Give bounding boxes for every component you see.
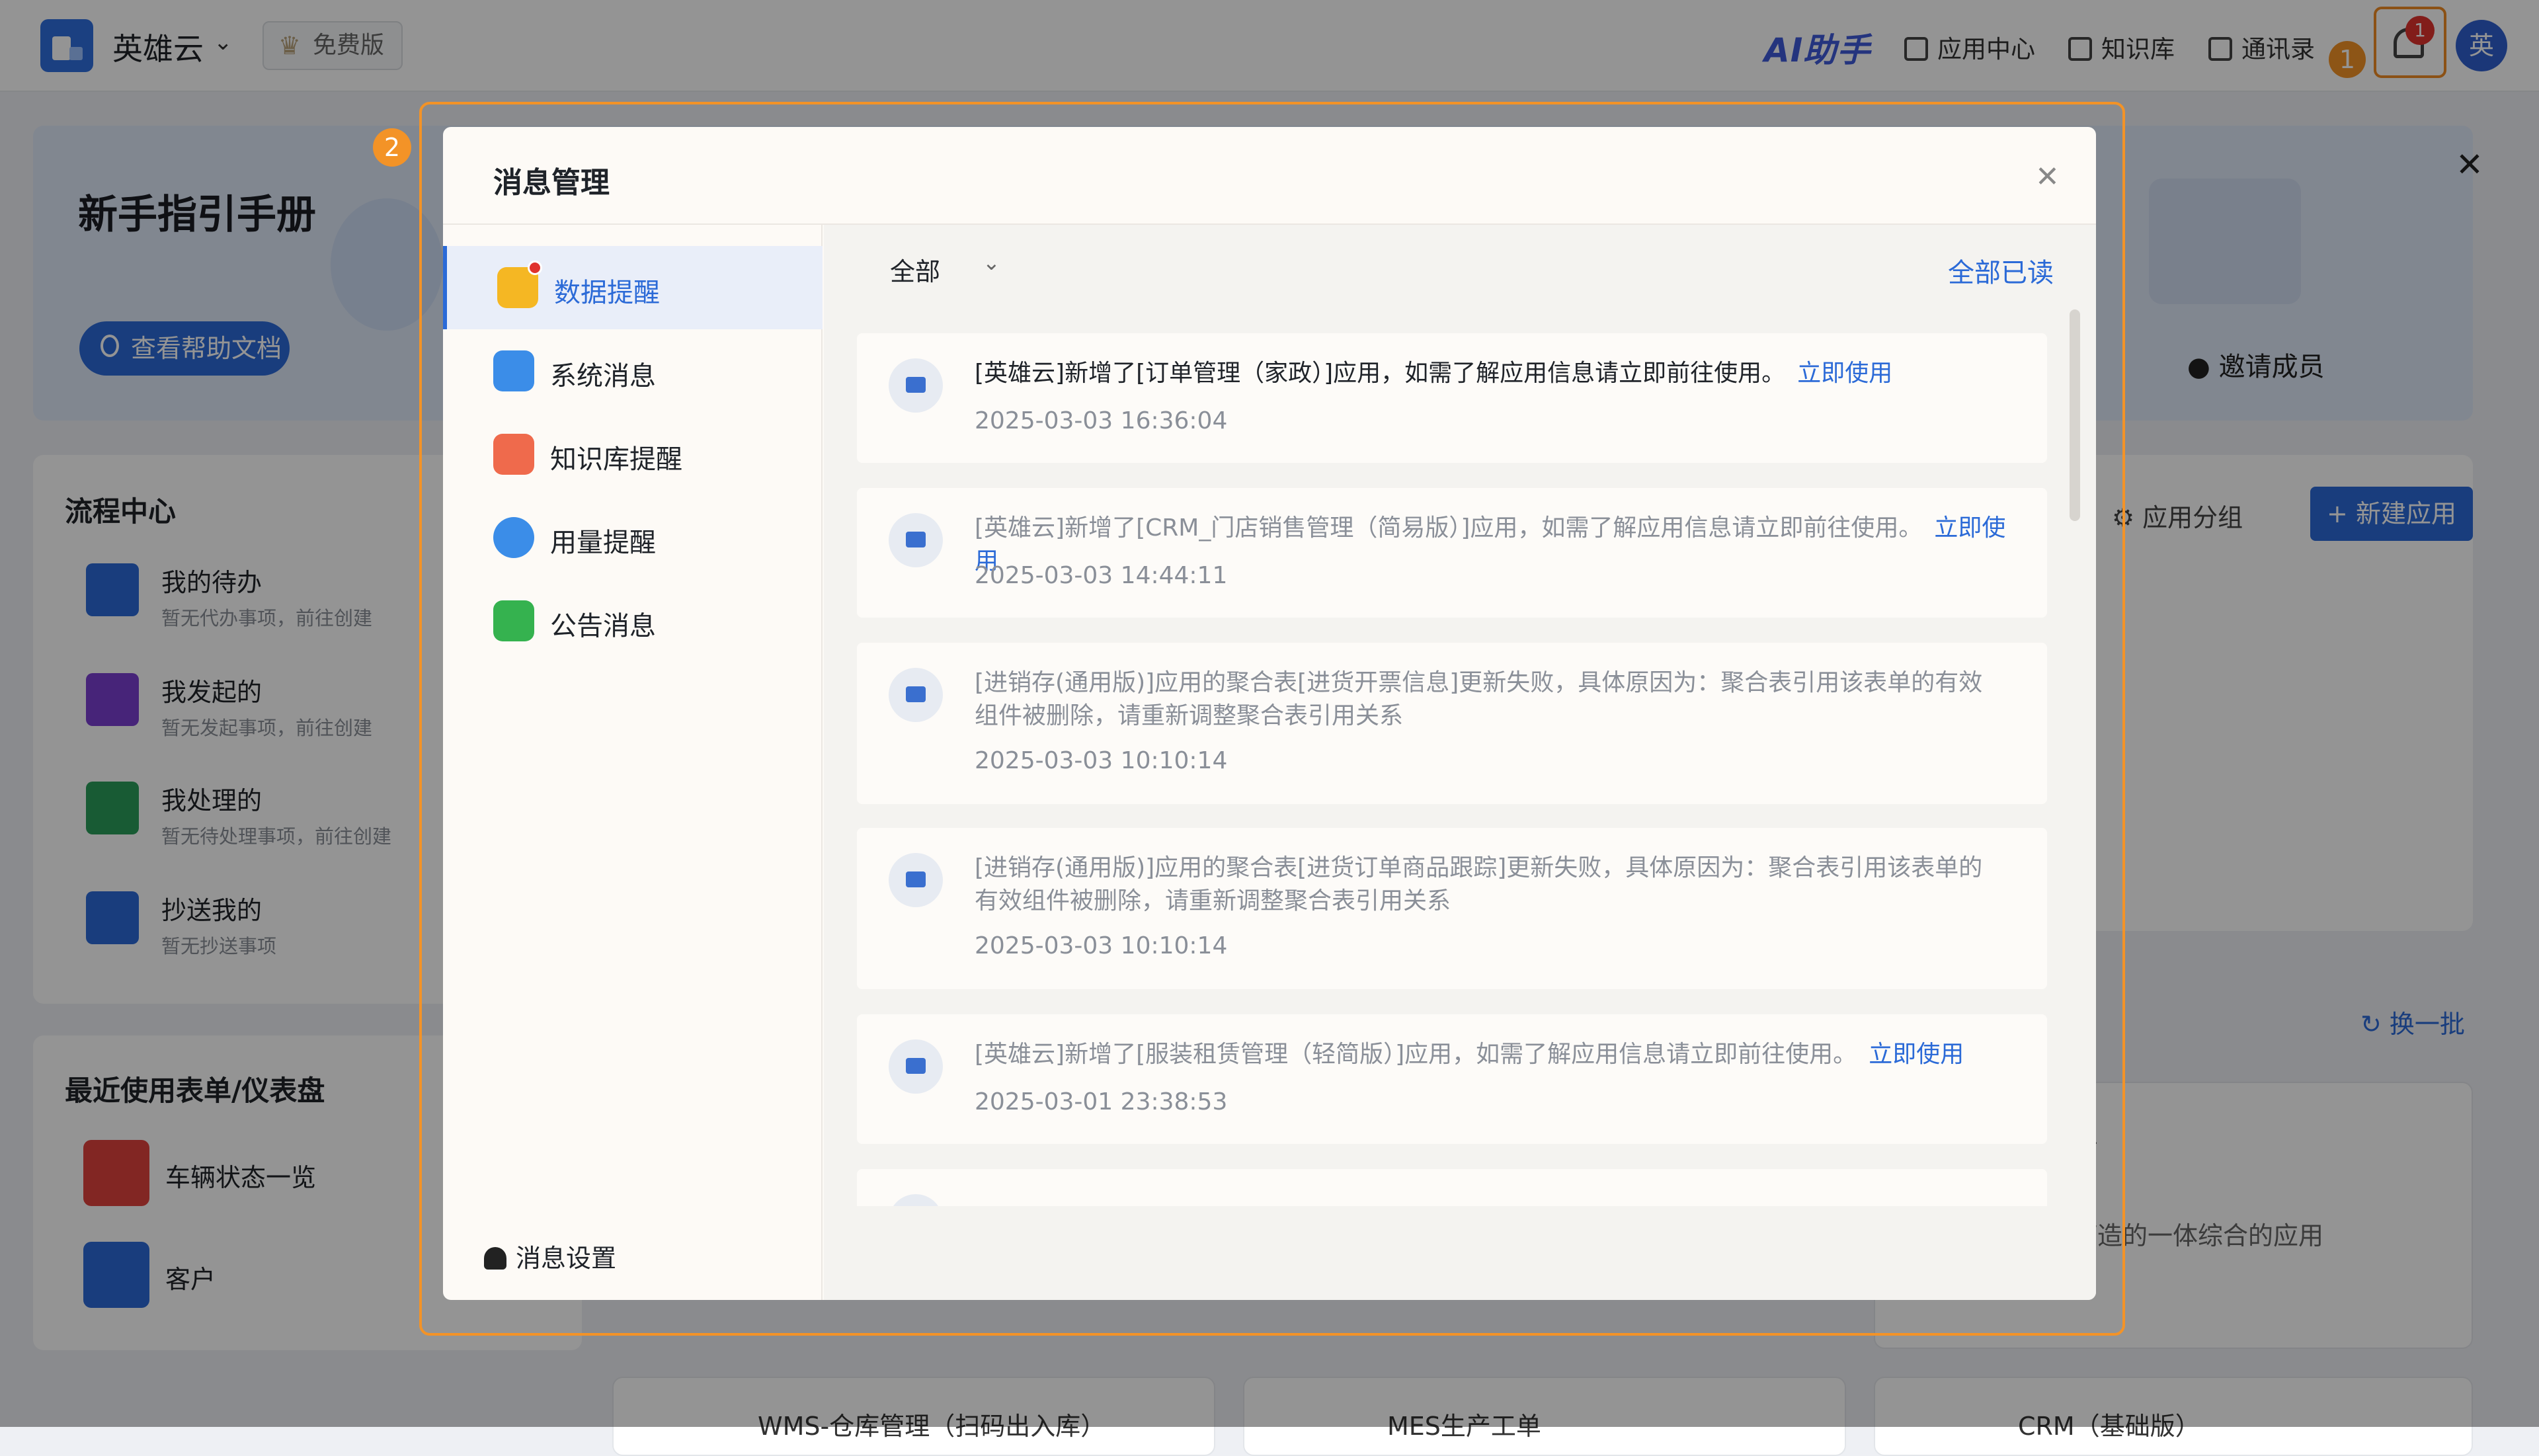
book-icon [493, 434, 534, 475]
mail-icon [889, 668, 943, 722]
message-item[interactable]: [进销存(通用版)]应用的聚合表[进货订单商品跟踪]更新失败，具体原因为：聚合表… [857, 828, 2047, 989]
dialog-header: 消息管理 ✕ [443, 127, 2096, 225]
message-time: 2025-03-01 23:38:53 [975, 1088, 1228, 1115]
message-time: 2025-03-03 14:44:11 [975, 562, 1228, 589]
system-icon [493, 350, 534, 391]
mail-icon [889, 1194, 943, 1206]
sidebar-item-label: 公告消息 [550, 611, 656, 641]
announcement-icon [493, 600, 534, 641]
close-icon[interactable]: ✕ [2035, 160, 2060, 194]
sidebar-item-label: 数据提醒 [554, 278, 660, 308]
scrollbar[interactable] [2070, 309, 2080, 521]
unread-dot [528, 261, 542, 275]
mail-icon [889, 358, 943, 413]
message-item[interactable]: [进销存(通用版)]应用的聚合表[进货开票信息]更新失败，具体原因为：聚合表引用… [857, 643, 2047, 804]
message-item[interactable]: [英雄云]新增了[订单管理（家政）]应用，如需了解应用信息请立即前往使用。 立即使… [857, 333, 2047, 463]
message-time: 2025-03-03 10:10:14 [975, 932, 1228, 959]
message-settings-button[interactable]: 消息设置 [484, 1238, 616, 1274]
use-now-link[interactable]: 立即使用 [1869, 1041, 1964, 1068]
sidebar-item-usage-reminder[interactable]: 用量提醒 [443, 496, 823, 579]
message-category-sidebar: 数据提醒 系统消息 知识库提醒 用量提醒 公告消息 [443, 225, 823, 1300]
message-text: [进销存(通用版)]应用的聚合表[进货订单商品跟踪]更新失败，具体原因为：聚合表… [975, 854, 1983, 914]
message-item[interactable]: [英雄云]新增了[CRM_门店销售管理（简易版）]应用，如需了解应用信息请立即前… [857, 488, 2047, 618]
message-list-area: 全部 ⌄ 全部已读 [英雄云]新增了[订单管理（家政）]应用，如需了解应用信息请… [824, 225, 2096, 1300]
message-time: 2025-03-03 10:10:14 [975, 747, 1228, 774]
message-filter-select[interactable]: 全部 [890, 251, 940, 288]
use-now-link[interactable]: 立即使用 [1797, 360, 1892, 387]
sidebar-item-label: 知识库提醒 [550, 444, 682, 475]
message-item[interactable] [857, 1169, 2047, 1206]
message-item[interactable]: [英雄云]新增了[服装租赁管理（轻简版）]应用，如需了解应用信息请立即前往使用。… [857, 1014, 2047, 1144]
message-list: [英雄云]新增了[订单管理（家政）]应用，如需了解应用信息请立即前往使用。 立即使… [857, 333, 2047, 1206]
usage-icon [493, 517, 534, 558]
mail-icon [889, 1039, 943, 1094]
mark-all-read-button[interactable]: 全部已读 [1948, 251, 2054, 290]
mail-icon [889, 853, 943, 907]
sidebar-item-knowledge-reminder[interactable]: 知识库提醒 [443, 413, 823, 496]
mail-icon [889, 513, 943, 567]
bell-icon [484, 1247, 506, 1270]
message-time: 2025-03-03 16:36:04 [975, 407, 1228, 434]
sidebar-item-label: 系统消息 [550, 361, 656, 391]
dialog-title: 消息管理 [493, 166, 610, 200]
step-marker-2: 2 [373, 128, 411, 167]
message-text: [进销存(通用版)]应用的聚合表[进货开票信息]更新失败，具体原因为：聚合表引用… [975, 669, 1983, 729]
message-management-dialog: 消息管理 ✕ 数据提醒 系统消息 知识库提醒 用量提醒 公告消息 消息设置 全部… [443, 127, 2096, 1300]
sidebar-item-label: 用量提醒 [550, 528, 656, 558]
sidebar-item-announcements[interactable]: 公告消息 [443, 579, 823, 663]
sidebar-item-system-messages[interactable]: 系统消息 [443, 329, 823, 413]
sidebar-item-data-reminder[interactable]: 数据提醒 [443, 246, 823, 329]
message-text: [英雄云]新增了[服装租赁管理（轻简版）]应用，如需了解应用信息请立即前往使用。… [975, 1041, 1964, 1068]
chevron-down-icon[interactable]: ⌄ [983, 250, 1000, 275]
message-text: [英雄云]新增了[订单管理（家政）]应用，如需了解应用信息请立即前往使用。 立即使… [975, 360, 1893, 387]
